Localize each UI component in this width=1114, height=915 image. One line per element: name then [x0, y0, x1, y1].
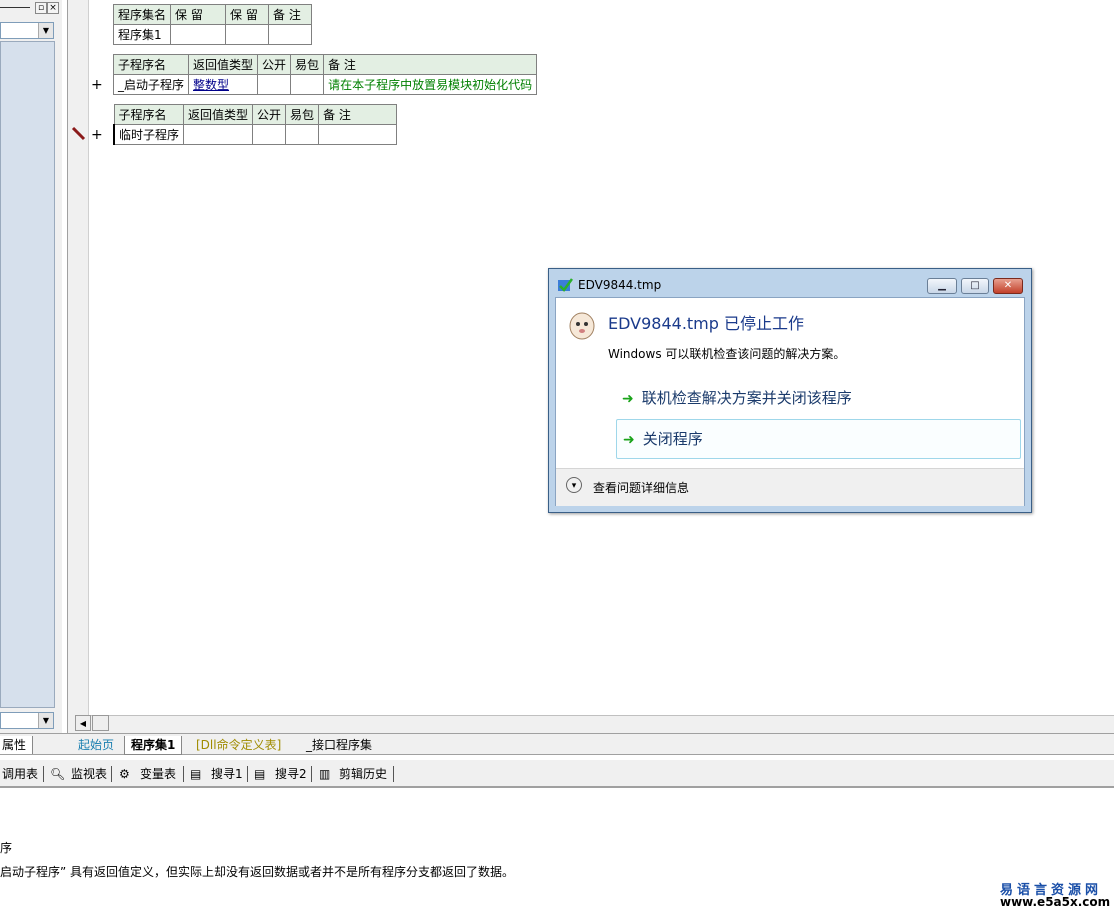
- header-remark: 备 注: [268, 4, 313, 25]
- cell-remark[interactable]: [268, 24, 313, 45]
- dialog-body: EDV9844.tmp 已停止工作 Windows 可以联机检查该问题的解决方案…: [555, 297, 1025, 506]
- details-toggle[interactable]: 查看问题详细信息: [593, 479, 689, 496]
- cell-reserved1[interactable]: [170, 24, 227, 45]
- bottom-toolbar: 调用表 🔍︎ 监视表 ⚙ 变量表 ▤ 搜寻1 ▤ 搜寻2 ▥ 剪辑历史: [0, 760, 1114, 788]
- header-sub-name: 子程序名: [113, 104, 185, 125]
- search-icon[interactable]: 🔍︎: [50, 765, 65, 783]
- warning-mascot-icon: [569, 312, 595, 340]
- restore-icon[interactable]: ▫: [35, 2, 47, 14]
- chevron-down-icon[interactable]: ▼: [38, 713, 53, 728]
- cell-epackage[interactable]: [285, 124, 320, 145]
- cell-assembly-name[interactable]: 程序集1: [112, 24, 172, 45]
- header-reserved2: 保 留: [225, 4, 270, 25]
- cell-reserved2[interactable]: [225, 24, 270, 45]
- dialog-heading: EDV9844.tmp 已停止工作: [608, 314, 805, 333]
- minimize-button[interactable]: ▁: [927, 278, 957, 294]
- cell-sub-name[interactable]: 临时子程序: [113, 124, 185, 145]
- clipboard-icon[interactable]: ▥: [319, 765, 330, 783]
- assembly-table: 程序集名 保 留 保 留 备 注 程序集1: [112, 4, 313, 45]
- header-public: 公开: [257, 54, 292, 75]
- watch-button[interactable]: 监视表: [71, 765, 107, 783]
- property-selector[interactable]: ▼: [0, 712, 54, 729]
- pencil-icon: [71, 126, 86, 141]
- arrow-right-icon: ➜: [622, 391, 634, 407]
- expand-icon[interactable]: +: [91, 78, 103, 92]
- close-program-option[interactable]: ➜ 关闭程序: [616, 419, 1021, 459]
- cell-sub-name[interactable]: _启动子程序: [112, 74, 190, 95]
- cell-public[interactable]: [257, 74, 292, 95]
- tab-assembly[interactable]: 程序集1: [124, 736, 183, 755]
- tab-start[interactable]: 起始页: [72, 736, 120, 754]
- watermark-url: www.e5a5x.com: [1000, 895, 1111, 909]
- variables-button[interactable]: 变量表: [140, 765, 176, 783]
- header-remark: 备 注: [323, 54, 538, 75]
- tabs-bar: 属性 起始页 程序集1 [Dll命令定义表] _接口程序集: [0, 733, 1114, 755]
- find-icon[interactable]: ▤: [190, 765, 201, 783]
- find-icon[interactable]: ▤: [254, 765, 265, 783]
- header-epackage: 易包: [285, 104, 320, 125]
- header-remark: 备 注: [318, 104, 398, 125]
- close-button[interactable]: ✕: [993, 278, 1023, 294]
- header-reserved1: 保 留: [170, 4, 227, 25]
- cell-return-type[interactable]: [183, 124, 254, 145]
- search2-button[interactable]: 搜寻2: [275, 765, 307, 783]
- chevron-down-icon[interactable]: ▾: [566, 477, 582, 493]
- horizontal-scrollbar[interactable]: [75, 715, 1114, 733]
- property-list[interactable]: [0, 41, 55, 708]
- header-public: 公开: [252, 104, 287, 125]
- header-assembly-name: 程序集名: [112, 4, 172, 25]
- dialog-title: EDV9844.tmp: [578, 278, 662, 292]
- editor-gutter: [68, 0, 89, 733]
- header-return-type: 返回值类型: [183, 104, 254, 125]
- subroutine-table-2: 子程序名 返回值类型 公开 易包 备 注 临时子程序: [113, 104, 398, 145]
- variable-icon[interactable]: ⚙: [119, 765, 130, 783]
- dialog-subtitle: Windows 可以联机检查该问题的解决方案。: [608, 347, 846, 361]
- cell-epackage[interactable]: [290, 74, 325, 95]
- header-return-type: 返回值类型: [188, 54, 259, 75]
- scroll-left-icon[interactable]: ◀: [75, 715, 91, 731]
- error-dialog: EDV9844.tmp ▁ □ ✕ EDV9844.tmp 已停止工作 Wind…: [548, 268, 1032, 513]
- clip-history-button[interactable]: 剪辑历史: [339, 765, 387, 783]
- panel-title-line: [0, 7, 30, 8]
- option-label: 联机检查解决方案并关闭该程序: [641, 389, 852, 407]
- scrollbar-thumb[interactable]: [92, 715, 109, 731]
- header-epackage: 易包: [290, 54, 325, 75]
- option-label: 关闭程序: [642, 430, 703, 448]
- tab-interface[interactable]: _接口程序集: [300, 736, 378, 754]
- object-selector[interactable]: ▼: [0, 22, 54, 39]
- arrow-right-icon: ➜: [623, 432, 635, 448]
- tab-properties[interactable]: 属性: [0, 736, 33, 754]
- cell-public[interactable]: [252, 124, 287, 145]
- close-icon[interactable]: ×: [47, 2, 59, 14]
- check-online-option[interactable]: ➜ 联机检查解决方案并关闭该程序: [616, 379, 1021, 417]
- cell-remark[interactable]: 请在本子程序中放置易模块初始化代码: [323, 74, 538, 95]
- cell-return-type[interactable]: 整数型: [188, 74, 259, 95]
- call-table-button[interactable]: 调用表: [2, 765, 38, 783]
- search1-button[interactable]: 搜寻1: [211, 765, 243, 783]
- maximize-button[interactable]: □: [961, 278, 989, 294]
- chevron-down-icon[interactable]: ▼: [38, 23, 53, 38]
- header-sub-name: 子程序名: [112, 54, 190, 75]
- app-icon: [558, 278, 573, 292]
- output-line: 启动子程序” 具有返回值定义，但实际上却没有返回数据或者并不是所有程序分支都返回…: [0, 865, 515, 879]
- cell-remark[interactable]: [318, 124, 398, 145]
- tab-dll[interactable]: [Dll命令定义表]: [190, 736, 287, 754]
- expand-icon[interactable]: +: [91, 128, 103, 142]
- dialog-footer: ▾ 查看问题详细信息: [556, 468, 1024, 506]
- output-line: 序: [0, 841, 13, 855]
- subroutine-table-1: 子程序名 返回值类型 公开 易包 备 注 _启动子程序 整数型 请在本子程序中放…: [112, 54, 538, 95]
